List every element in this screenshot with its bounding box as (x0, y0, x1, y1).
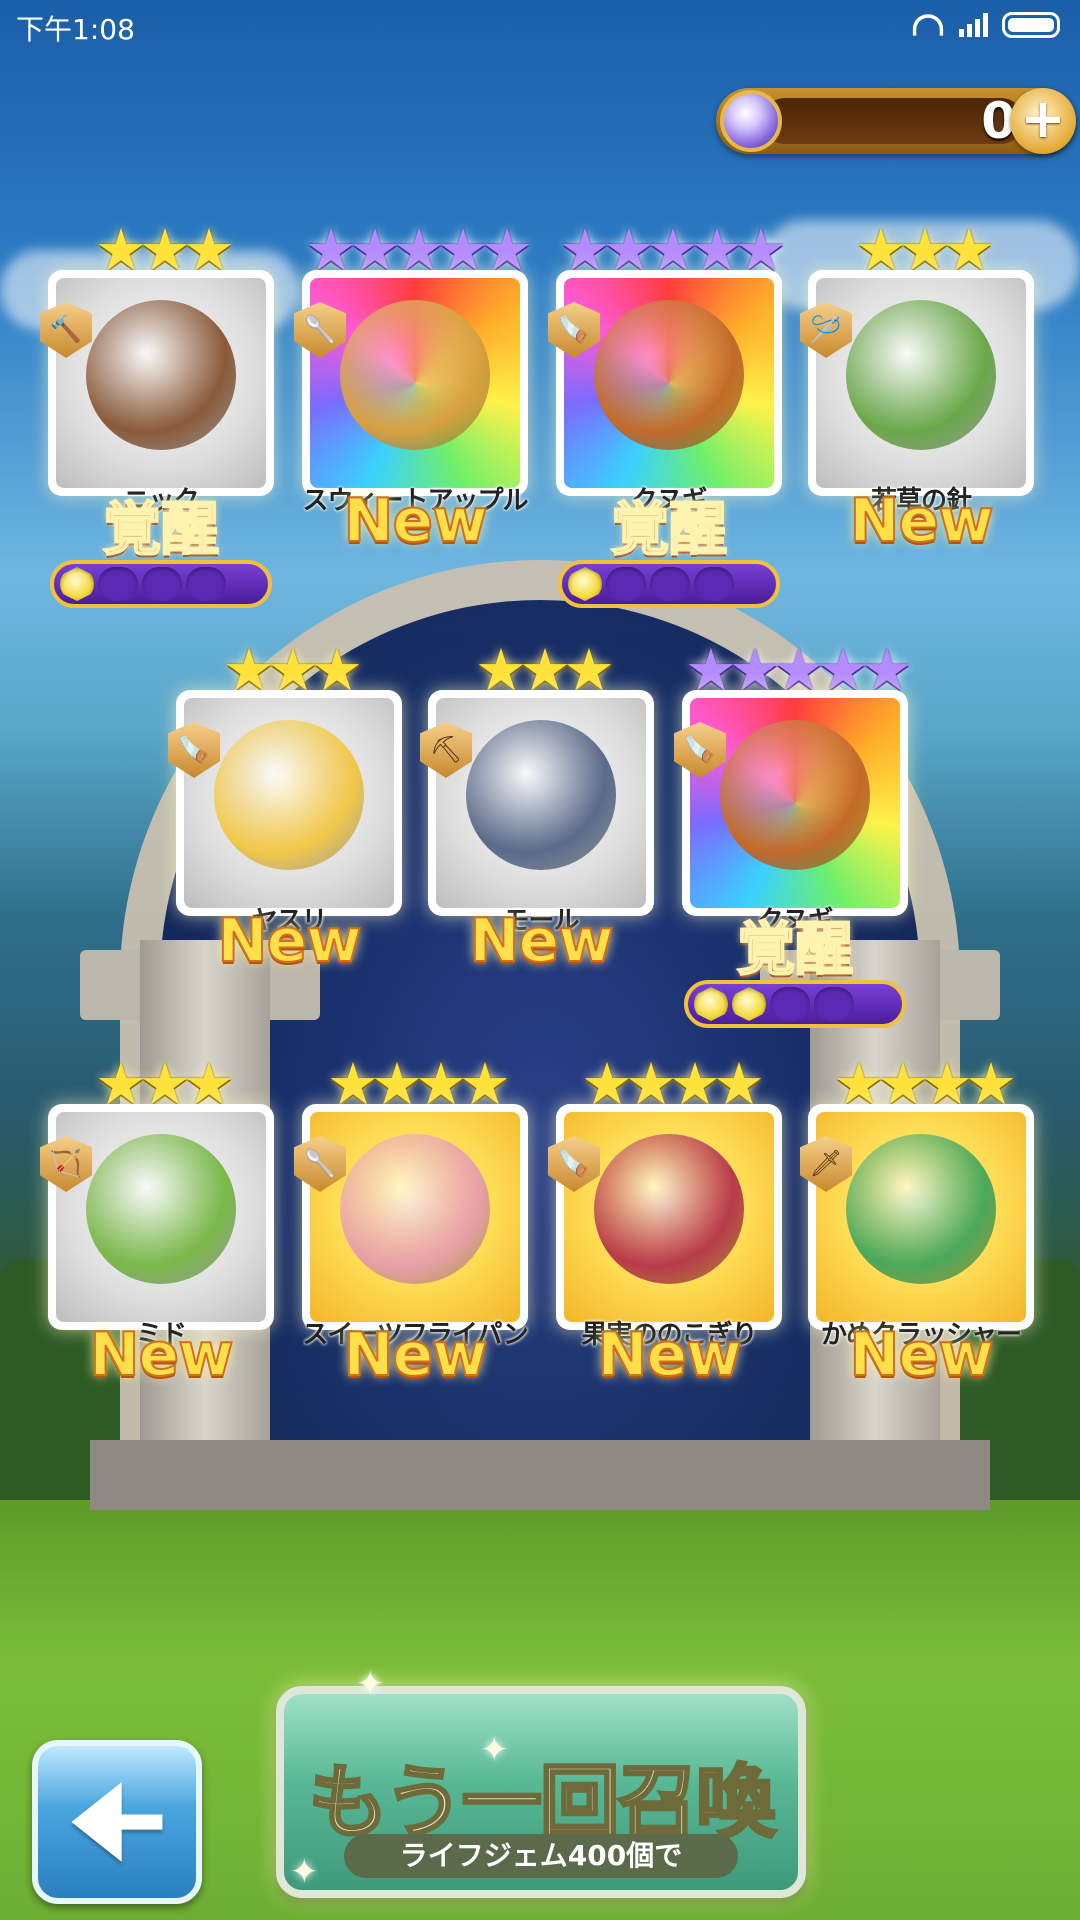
character-figure (86, 299, 236, 450)
new-label: New (848, 1319, 994, 1391)
new-label: New (342, 1319, 488, 1391)
new-label: New (848, 485, 994, 557)
awaken-gem-filled-icon (732, 987, 766, 1021)
card-portrait (56, 1112, 266, 1322)
character-figure (846, 1133, 996, 1284)
summon-result-card[interactable]: ★★★★★ スウィートアップル 🥄 New (294, 220, 533, 620)
card-portrait (184, 698, 394, 908)
card-frame: クヌギ (682, 690, 908, 936)
sparkle-icon: ✦ (356, 1664, 385, 1704)
new-label: New (88, 1319, 234, 1391)
card-portrait (816, 1112, 1026, 1322)
awaken-progress-bar (50, 560, 272, 608)
battery-icon (1002, 12, 1060, 38)
status-bar: 下午1:08 (0, 0, 1080, 56)
awaken-label: 覚醒 (610, 494, 728, 564)
card-frame: ニック (48, 270, 274, 516)
awaken-slot-empty (142, 567, 182, 601)
sparkle-icon: ✦ (480, 1730, 509, 1770)
summon-result-card[interactable]: ★★★★★ クヌギ 🪚 覚醒 (674, 640, 913, 1040)
new-label: New (596, 1319, 742, 1391)
back-arrow-icon: 🠈 (65, 1758, 169, 1886)
awaken-slot-empty (770, 987, 810, 1021)
card-portrait (310, 1112, 520, 1322)
add-gems-button[interactable]: + (1010, 88, 1076, 154)
summon-result-card[interactable]: ★★★ ニック 🔨 覚醒 (40, 220, 274, 620)
awaken-label: 覚醒 (102, 494, 220, 564)
character-figure (594, 1133, 744, 1284)
status-time: 下午1:08 (16, 13, 135, 46)
card-portrait (690, 698, 900, 908)
character-figure (594, 299, 744, 450)
summon-again-button[interactable]: もう一回召喚 ライフジェム400個で (276, 1686, 806, 1898)
summon-result-card[interactable]: ★★★★ 果実ののこぎり 🪚 New (548, 1054, 782, 1454)
card-frame: 果実ののこぎり (556, 1104, 782, 1350)
summon-result-card[interactable]: ★★★★★ クヌギ 🪚 覚醒 (548, 220, 787, 620)
character-figure (86, 1133, 236, 1284)
summon-result-card[interactable]: ★★★ ヤスリ 🪚 New (168, 640, 402, 1040)
summon-result-card[interactable]: ★★★ ミド 🏹 New (40, 1054, 274, 1454)
card-frame: クヌギ (556, 270, 782, 516)
sparkle-icon: ✦ (290, 1852, 319, 1892)
wifi-icon (912, 14, 944, 36)
awaken-slot-empty (694, 567, 734, 601)
awaken-slot-empty (186, 567, 226, 601)
awaken-gem-filled-icon (568, 567, 602, 601)
awaken-progress-bar (558, 560, 780, 608)
awaken-label: 覚醒 (736, 914, 854, 984)
card-portrait (56, 278, 266, 488)
card-portrait (564, 1112, 774, 1322)
character-figure (340, 1133, 490, 1284)
life-gem-counter: 0 + (716, 88, 1076, 154)
character-figure (846, 299, 996, 450)
card-portrait (564, 278, 774, 488)
summon-result-card[interactable]: ★★★★ かめクラッシャー 🗡 New (800, 1054, 1034, 1454)
awaken-slot-empty (814, 987, 854, 1021)
new-label: New (216, 905, 362, 977)
card-frame: ヤスリ (176, 690, 402, 936)
new-label: New (468, 905, 614, 977)
card-frame: スウィートアップル (302, 270, 529, 516)
awaken-slot-empty (98, 567, 138, 601)
signal-icon (959, 13, 988, 37)
card-frame: 若草の針 (808, 270, 1034, 516)
card-frame: かめクラッシャー (808, 1104, 1034, 1350)
summon-result-card[interactable]: ★★★★ スイーツフライパン 🥄 New (294, 1054, 529, 1454)
awaken-gem-filled-icon (694, 987, 728, 1021)
card-frame: モール (428, 690, 654, 936)
back-button[interactable]: 🠈 (32, 1740, 202, 1904)
new-label: New (342, 485, 488, 557)
awaken-slot-empty (650, 567, 690, 601)
card-portrait (816, 278, 1026, 488)
character-figure (214, 719, 364, 870)
summon-result-card[interactable]: ★★★ 若草の針 🪡 New (800, 220, 1034, 620)
summon-cost-label: ライフジェム400個で (344, 1834, 738, 1878)
character-figure (340, 299, 490, 450)
character-figure (720, 719, 870, 870)
awaken-progress-bar (684, 980, 906, 1028)
summon-result-card[interactable]: ★★★ モール ⛏ New (420, 640, 654, 1040)
awaken-gem-filled-icon (60, 567, 94, 601)
awaken-slot-empty (606, 567, 646, 601)
character-figure (466, 719, 616, 870)
card-frame: スイーツフライパン (302, 1104, 529, 1350)
card-portrait (436, 698, 646, 908)
card-portrait (310, 278, 520, 488)
diamond-gem-icon (720, 90, 782, 152)
card-frame: ミド (48, 1104, 274, 1350)
